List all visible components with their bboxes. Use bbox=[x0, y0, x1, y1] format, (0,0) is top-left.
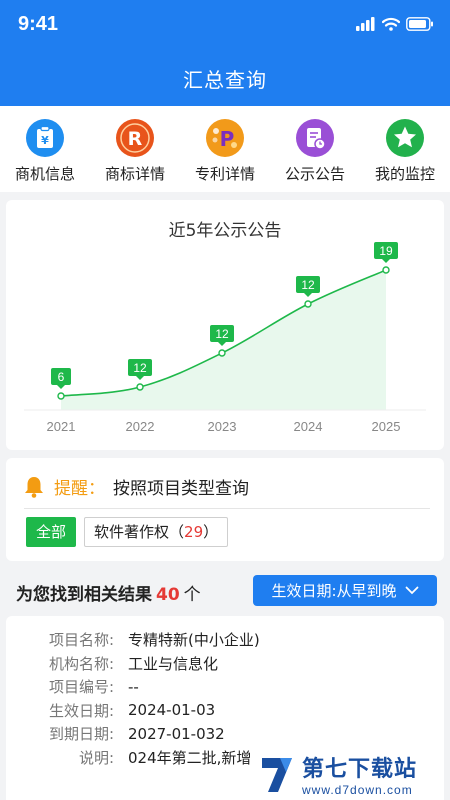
field-description: 说明: 024年第二批,新增 bbox=[20, 746, 260, 770]
nav-trademark[interactable]: R 商标详情 bbox=[90, 106, 180, 192]
chart-data-label-pointer bbox=[382, 259, 390, 263]
watermark: 第七下载站 www.d7down.com bbox=[258, 750, 448, 798]
patent-p-icon: P bbox=[206, 119, 244, 157]
status-icons bbox=[356, 17, 434, 31]
chart-point bbox=[382, 266, 390, 274]
chart-data-label: 6 bbox=[58, 370, 65, 384]
chart-point bbox=[136, 383, 144, 391]
nav-patent[interactable]: P 专利详情 bbox=[180, 106, 270, 192]
filter-software-copyright-chip[interactable]: 软件著作权（29） bbox=[84, 517, 229, 547]
field-effective-date: 生效日期: 2024-01-03 bbox=[20, 699, 260, 723]
svg-text:¥: ¥ bbox=[41, 134, 49, 147]
watermark-logo-icon bbox=[262, 758, 292, 792]
status-time: 9:41 bbox=[18, 13, 59, 35]
area-chart: 6 12 12 12 19 2021 2022 2023 2024 2025 bbox=[24, 242, 426, 434]
nav-patent-label: 专利详情 bbox=[194, 165, 255, 183]
chart-x-tick-label: 2025 bbox=[372, 419, 401, 434]
announcement-icon bbox=[296, 119, 334, 157]
reminder-label: 提醒： bbox=[54, 479, 105, 499]
quick-nav: ¥ 商机信息 R 商标详情 P 专利详情 公示公告 我的监控 bbox=[0, 106, 450, 192]
reminder-card: 提醒： 按照项目类型查询 全部 软件著作权（29） bbox=[6, 458, 444, 561]
field-key: 生效日期: bbox=[48, 701, 114, 720]
chart-data-label-pointer bbox=[57, 385, 65, 389]
briefcase-icon: ¥ bbox=[26, 119, 64, 157]
app-header: 9:41 汇总查询 bbox=[0, 0, 450, 106]
trademark-r-icon: R bbox=[116, 119, 154, 157]
result-prefix: 为您找到相关结果 bbox=[16, 585, 152, 605]
nav-announcement[interactable]: 公示公告 bbox=[270, 106, 360, 192]
svg-text:P: P bbox=[220, 127, 235, 151]
result-summary: 为您找到相关结果 40 个 bbox=[16, 580, 201, 605]
svg-text:R: R bbox=[128, 128, 143, 150]
field-key: 到期日期: bbox=[48, 725, 114, 744]
field-expiry-date: 到期日期: 2027-01-032 bbox=[20, 722, 260, 746]
chart-data-label-pointer bbox=[136, 376, 144, 380]
chart-point bbox=[218, 349, 226, 357]
chart-x-tick-label: 2023 bbox=[208, 419, 237, 434]
field-value: 专精特新(中小企业) bbox=[128, 631, 260, 650]
result-item-fields: 项目名称: 专精特新(中小企业) 机构名称: 工业与信息化 项目编号: -- 生效日期… bbox=[20, 628, 260, 769]
chart-x-tick-label: 2021 bbox=[47, 419, 76, 434]
reminder-row: 提醒： 按照项目类型查询 bbox=[24, 474, 249, 499]
battery-icon bbox=[406, 17, 433, 31]
filter-chips: 全部 软件著作权（29） bbox=[26, 517, 229, 547]
bell-icon bbox=[25, 476, 43, 498]
watermark-text: 第七下载站 www.d7down.com bbox=[302, 751, 417, 797]
star-icon bbox=[386, 119, 424, 157]
chart-point bbox=[57, 392, 65, 400]
field-value: -- bbox=[128, 677, 139, 696]
nav-business-info[interactable]: ¥ 商机信息 bbox=[0, 106, 90, 192]
nav-monitor[interactable]: 我的监控 bbox=[360, 106, 450, 192]
field-key: 说明: bbox=[78, 748, 114, 767]
sort-dropdown-button[interactable]: 生效日期:从早到晚 bbox=[253, 575, 437, 606]
chart-card: 近5年公示公告 6 12 12 12 19 2021 2022 2023 2024 2025 bbox=[6, 200, 444, 450]
field-project-number: 项目编号: -- bbox=[20, 675, 260, 699]
chart-data-label-pointer bbox=[304, 293, 312, 297]
reminder-text: 按照项目类型查询 bbox=[113, 479, 249, 499]
filter-category-suffix: ） bbox=[203, 523, 219, 541]
result-bar: 为您找到相关结果 40 个 生效日期:从早到晚 bbox=[0, 568, 450, 612]
chart-x-tick-label: 2024 bbox=[294, 419, 323, 434]
field-value: 2024-01-03 bbox=[128, 701, 216, 720]
result-unit: 个 bbox=[183, 585, 201, 605]
chart-point bbox=[304, 300, 312, 308]
field-key: 项目编号: bbox=[48, 678, 114, 697]
nav-announcement-label: 公示公告 bbox=[284, 165, 345, 183]
chart-data-label: 12 bbox=[215, 327, 229, 341]
chevron-down-icon bbox=[405, 586, 418, 595]
field-value: 工业与信息化 bbox=[128, 654, 219, 673]
field-key: 项目名称: bbox=[48, 631, 114, 650]
status-bar: 9:41 bbox=[0, 0, 450, 52]
page-title: 汇总查询 bbox=[183, 68, 267, 92]
field-key: 机构名称: bbox=[48, 654, 114, 673]
field-value: 2027-01-032 bbox=[128, 724, 225, 743]
field-value: 024年第二批,新增 bbox=[128, 748, 252, 767]
wifi-icon bbox=[382, 17, 400, 31]
sort-label: 生效日期:从早到晚 bbox=[271, 582, 397, 600]
chart-data-label: 12 bbox=[133, 361, 147, 375]
signal-icon bbox=[356, 17, 375, 31]
watermark-url: www.d7down.com bbox=[302, 783, 413, 797]
filter-category-label: 软件著作权（ bbox=[94, 523, 185, 541]
field-agency-name: 机构名称: 工业与信息化 bbox=[20, 652, 260, 676]
nav-business-info-label: 商机信息 bbox=[14, 165, 75, 183]
nav-trademark-label: 商标详情 bbox=[104, 165, 165, 183]
divider bbox=[24, 508, 430, 509]
filter-category-count: 29 bbox=[184, 523, 204, 541]
chart-data-label-pointer bbox=[218, 342, 226, 346]
chart-x-tick-label: 2022 bbox=[126, 419, 155, 434]
field-project-name: 项目名称: 专精特新(中小企业) bbox=[20, 628, 260, 652]
result-count: 40 bbox=[156, 585, 180, 605]
nav-monitor-label: 我的监控 bbox=[374, 165, 435, 183]
chart-data-label: 12 bbox=[301, 278, 315, 292]
filter-all-chip[interactable]: 全部 bbox=[26, 517, 77, 547]
chart-data-label: 19 bbox=[379, 244, 393, 258]
watermark-title: 第七下载站 bbox=[302, 757, 418, 782]
